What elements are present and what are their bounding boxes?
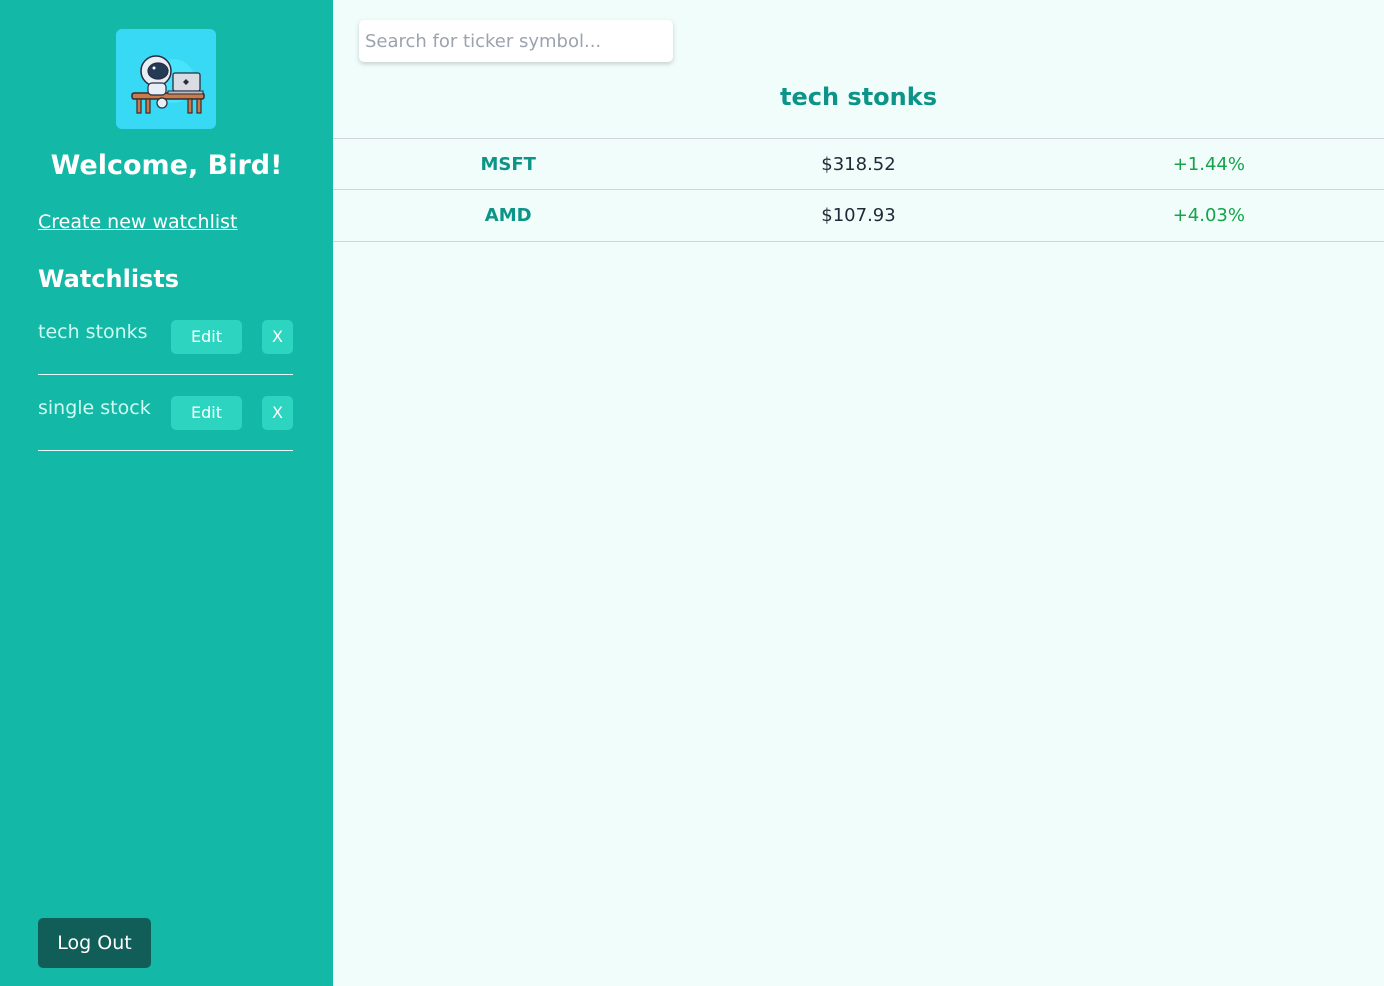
watchlists-heading: Watchlists (38, 265, 180, 293)
stock-symbol: AMD (484, 205, 532, 226)
main-content: tech stonks MSFT $318.52 +1.44% AMD $107… (333, 0, 1384, 986)
stock-change: +4.03% (1172, 205, 1245, 226)
stock-change: +1.44% (1172, 153, 1245, 175)
sidebar: Welcome, Bird! Create new watchlist Watc… (0, 0, 333, 986)
stock-table: MSFT $318.52 +1.44% AMD $107.93 +4.03% (333, 138, 1384, 242)
watchlist-name[interactable]: single stock (38, 397, 151, 419)
astronaut-laptop-icon (131, 55, 205, 114)
delete-watchlist-button[interactable]: X (262, 320, 293, 354)
create-watchlist-link[interactable]: Create new watchlist (38, 211, 238, 233)
watchlist-item: tech stonks Edit X (38, 320, 293, 375)
edit-watchlist-button[interactable]: Edit (171, 320, 242, 354)
stock-row[interactable]: AMD $107.93 +4.03% (333, 189, 1384, 242)
watchlist-title: tech stonks (780, 83, 937, 111)
edit-watchlist-button[interactable]: Edit (171, 396, 242, 430)
stock-price: $318.52 (821, 153, 896, 175)
search-input[interactable] (359, 20, 673, 62)
welcome-heading: Welcome, Bird! (50, 150, 283, 181)
logout-button[interactable]: Log Out (38, 918, 151, 968)
watchlist-name[interactable]: tech stonks (38, 321, 148, 343)
watchlist-item: single stock Edit X (38, 396, 293, 451)
stock-symbol: MSFT (480, 153, 536, 175)
app: Welcome, Bird! Create new watchlist Watc… (0, 0, 1384, 986)
avatar (116, 29, 216, 129)
delete-watchlist-button[interactable]: X (262, 396, 293, 430)
stock-price: $107.93 (821, 205, 896, 226)
stock-row[interactable]: MSFT $318.52 +1.44% (333, 138, 1384, 189)
